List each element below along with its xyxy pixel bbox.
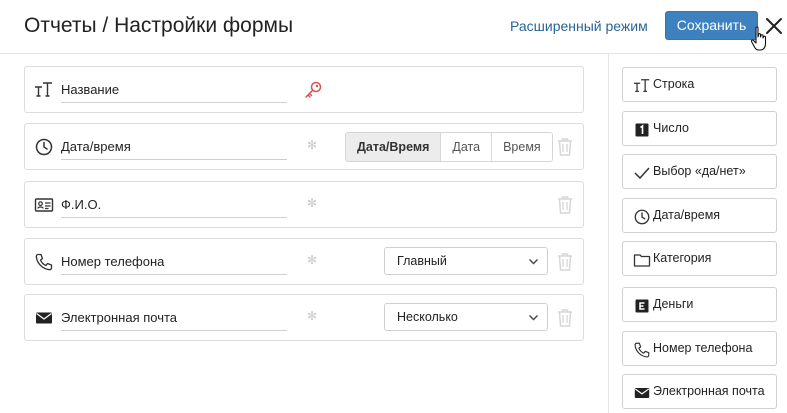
text-type-icon (35, 82, 52, 97)
envelope-icon (36, 312, 52, 324)
add-email-field-button[interactable]: Электронная почта (622, 374, 777, 409)
header: Отчеты / Настройки формы Расширенный реж… (0, 0, 787, 54)
money-icon (635, 299, 649, 313)
phone-type-value: Главный (397, 254, 447, 268)
required-asterisk-icon[interactable]: ✻ (307, 138, 317, 152)
trash-icon[interactable] (556, 195, 574, 215)
type-label: Деньги (653, 297, 694, 311)
add-money-field-button[interactable]: Деньги (622, 287, 777, 322)
field-row-fullname[interactable]: Ф.И.О. ✻ (24, 181, 584, 228)
type-label: Электронная почта (653, 384, 765, 398)
email-type-value: Несколько (397, 310, 458, 324)
trash-icon[interactable] (556, 252, 574, 272)
add-category-field-button[interactable]: Категория (622, 241, 777, 276)
required-asterisk-icon[interactable]: ✻ (307, 253, 317, 267)
field-row-name[interactable]: Название (24, 66, 584, 113)
type-label: Выбор «да/нет» (653, 164, 746, 178)
chevron-down-icon (529, 315, 538, 321)
phone-icon (35, 253, 53, 271)
envelope-icon (634, 388, 650, 398)
trash-icon[interactable] (556, 308, 574, 328)
folder-icon (633, 254, 651, 267)
checkmark-icon (634, 167, 650, 180)
field-name[interactable]: Название (61, 79, 287, 103)
required-asterisk-icon[interactable]: ✻ (307, 309, 317, 323)
field-name[interactable]: Номер телефона (61, 251, 287, 275)
id-card-icon (34, 198, 54, 212)
type-label: Номер телефона (653, 341, 753, 355)
field-row-phone[interactable]: Номер телефона ✻ Главный (24, 238, 584, 285)
number-icon (635, 123, 649, 137)
advanced-mode-link[interactable]: Расширенный режим (510, 18, 648, 34)
clock-icon (35, 138, 53, 156)
trash-icon[interactable] (556, 137, 574, 157)
add-boolean-field-button[interactable]: Выбор «да/нет» (622, 154, 777, 189)
email-type-select[interactable]: Несколько (384, 303, 548, 331)
required-asterisk-icon[interactable]: ✻ (307, 196, 317, 210)
chevron-down-icon (529, 259, 538, 265)
field-name[interactable]: Дата/время (61, 136, 287, 160)
type-label: Строка (653, 77, 695, 91)
add-phone-field-button[interactable]: Номер телефона (622, 331, 777, 366)
field-name[interactable]: Электронная почта (61, 307, 287, 331)
text-type-icon (633, 79, 650, 93)
date-format-toggle[interactable]: Дата/Время Дата Время (345, 132, 553, 162)
format-option-date[interactable]: Дата (440, 133, 492, 161)
clock-icon (634, 209, 650, 225)
add-string-field-button[interactable]: Строка (622, 67, 777, 102)
save-button[interactable]: Сохранить (665, 11, 758, 40)
type-label: Число (653, 121, 689, 135)
add-datetime-field-button[interactable]: Дата/время (622, 198, 777, 233)
phone-icon (634, 342, 650, 358)
format-option-time[interactable]: Время (491, 133, 552, 161)
key-icon[interactable] (303, 80, 323, 100)
field-row-email[interactable]: Электронная почта ✻ Несколько (24, 294, 584, 341)
add-number-field-button[interactable]: Число (622, 111, 777, 146)
format-option-datetime[interactable]: Дата/Время (346, 133, 441, 161)
field-name[interactable]: Ф.И.О. (61, 194, 287, 218)
field-row-datetime[interactable]: Дата/время ✻ Дата/Время Дата Время (24, 123, 584, 170)
close-icon[interactable] (764, 16, 784, 36)
phone-type-select[interactable]: Главный (384, 247, 548, 275)
type-label: Категория (653, 251, 712, 265)
page-title: Отчеты / Настройки формы (24, 14, 294, 37)
type-label: Дата/время (653, 208, 721, 222)
